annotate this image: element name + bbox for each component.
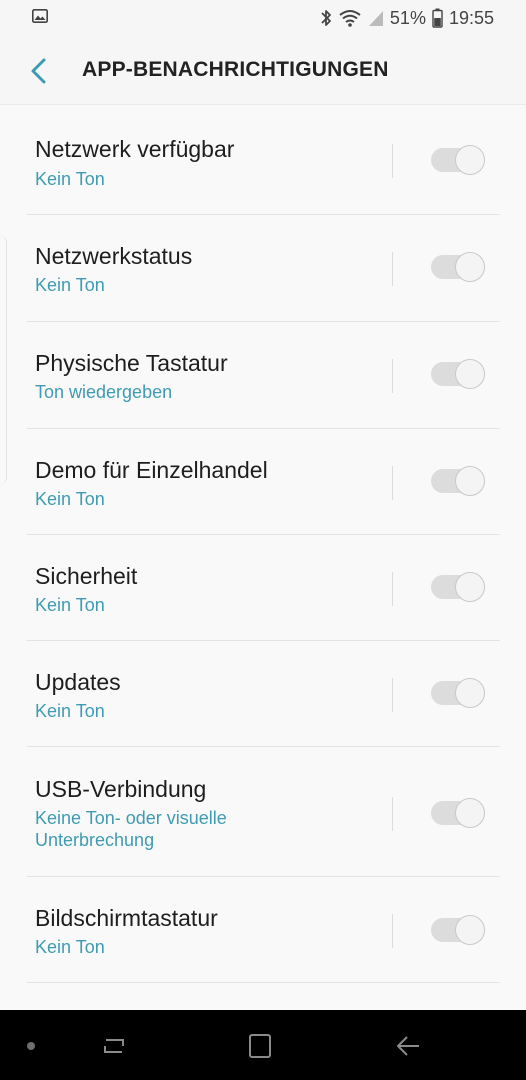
toggle-switch[interactable] [431, 798, 487, 828]
item-title: Updates [35, 669, 121, 695]
item-title: Physische Tastatur [35, 350, 228, 376]
list-item[interactable]: Netzwerk verfügbar Kein Ton [0, 104, 526, 214]
item-title: Netzwerk verfügbar [35, 136, 235, 162]
toggle-switch[interactable] [431, 678, 487, 708]
divider [392, 252, 393, 286]
item-title: Netzwerkstatus [35, 243, 193, 269]
divider [392, 914, 393, 948]
signal-icon [368, 11, 383, 26]
item-subtitle: Kein Ton [35, 701, 105, 721]
list-item[interactable]: Updates Kein Ton [0, 641, 526, 747]
item-subtitle: Ton wiedergeben [35, 382, 173, 402]
toggle-switch[interactable] [431, 915, 487, 945]
back-arrow-icon[interactable] [393, 1032, 423, 1060]
item-subtitle: Kein Ton [35, 169, 105, 189]
toggle-switch[interactable] [431, 145, 487, 175]
item-subtitle: Keine Ton- oder visuelle [35, 808, 227, 828]
item-subtitle: Kein Ton [35, 937, 105, 957]
divider [392, 144, 393, 178]
divider [27, 982, 500, 983]
home-icon[interactable] [246, 1032, 274, 1060]
toggle-switch[interactable] [431, 252, 487, 282]
battery-icon [432, 8, 443, 28]
toggle-switch[interactable] [431, 466, 487, 496]
gallery-icon [32, 9, 48, 23]
toggle-thumb [455, 466, 485, 496]
app-header: APP-BENACHRICHTIGUNGEN [0, 36, 526, 106]
item-subtitle: Kein Ton [35, 595, 105, 615]
page-title: APP-BENACHRICHTIGUNGEN [82, 58, 389, 81]
item-subtitle: Kein Ton [35, 489, 105, 509]
notification-list: Netzwerk verfügbar Kein Ton Netzwerkstat… [0, 104, 526, 1010]
toggle-thumb [455, 252, 485, 282]
divider [392, 572, 393, 606]
bluetooth-icon [321, 10, 331, 26]
toggle-thumb [455, 798, 485, 828]
toggle-switch[interactable] [431, 359, 487, 389]
toggle-thumb [455, 572, 485, 602]
list-item[interactable]: USB-Verbindung Keine Ton- oder visuelle … [0, 747, 526, 875]
battery-percent: 51% [389, 7, 426, 28]
nav-dot-icon[interactable] [27, 1042, 35, 1050]
recent-apps-icon[interactable] [100, 1032, 128, 1060]
status-icons: 51% 19:55 [320, 6, 494, 30]
list-item[interactable]: Bildschirmtastatur Kein Ton [0, 877, 526, 983]
list-item[interactable]: Demo für Einzelhandel Kein Ton [0, 429, 526, 535]
divider [392, 466, 393, 500]
toggle-thumb [455, 678, 485, 708]
toggle-thumb [455, 145, 485, 175]
item-title: USB-Verbindung [35, 776, 207, 802]
toggle-switch[interactable] [431, 572, 487, 602]
item-subtitle: Kein Ton [35, 275, 105, 295]
chevron-left-icon[interactable] [26, 56, 52, 86]
toggle-thumb [455, 359, 485, 389]
item-title: Bildschirmtastatur [35, 905, 218, 931]
list-item[interactable]: Physische Tastatur Ton wiedergeben [0, 322, 526, 428]
item-title: Sicherheit [35, 563, 138, 589]
item-subtitle: Unterbrechung [35, 830, 155, 850]
divider [392, 678, 393, 712]
item-title: Demo für Einzelhandel [35, 457, 268, 483]
list-item[interactable]: Netzwerkstatus Kein Ton [0, 215, 526, 321]
wifi-icon [339, 10, 361, 27]
divider [392, 359, 393, 393]
clock: 19:55 [448, 7, 494, 28]
divider [392, 797, 393, 831]
status-bar: 51% 19:55 [0, 0, 526, 36]
toggle-thumb [455, 915, 485, 945]
list-item[interactable]: Sicherheit Kein Ton [0, 535, 526, 641]
